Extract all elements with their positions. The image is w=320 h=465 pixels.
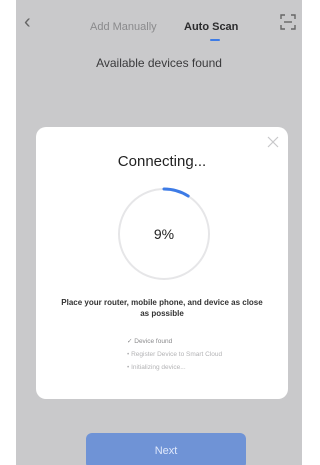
available-devices-text: Available devices found <box>96 56 222 70</box>
top-bar: ‹ Add Manually Auto Scan <box>16 0 302 52</box>
tab-add-manually[interactable]: Add Manually <box>90 20 157 34</box>
next-button[interactable]: Next <box>86 433 246 465</box>
chevron-left-icon: ‹ <box>24 11 31 33</box>
scan-frame-icon[interactable] <box>280 14 296 30</box>
connecting-dialog: Connecting... 9% Place your router, mobi… <box>36 127 288 399</box>
step-register-device: • Register Device to Smart Cloud <box>127 351 223 358</box>
dialog-title: Connecting... <box>117 153 207 170</box>
close-button[interactable] <box>266 135 280 149</box>
back-button[interactable]: ‹ <box>24 12 44 32</box>
placement-hint: Place your router, mobile phone, and dev… <box>61 298 263 318</box>
step-initializing: • Initializing device... <box>127 364 186 371</box>
connection-steps: ✓ Device found • Register Device to Smar… <box>127 335 287 374</box>
close-icon <box>267 136 279 148</box>
progress-percent: 9% <box>153 226 175 242</box>
step-device-found: ✓ Device found <box>127 338 173 345</box>
app-screen: ‹ Add Manually Auto Scan Available devic… <box>16 0 302 465</box>
active-tab-indicator <box>210 39 220 41</box>
tab-auto-scan[interactable]: Auto Scan <box>184 20 238 34</box>
